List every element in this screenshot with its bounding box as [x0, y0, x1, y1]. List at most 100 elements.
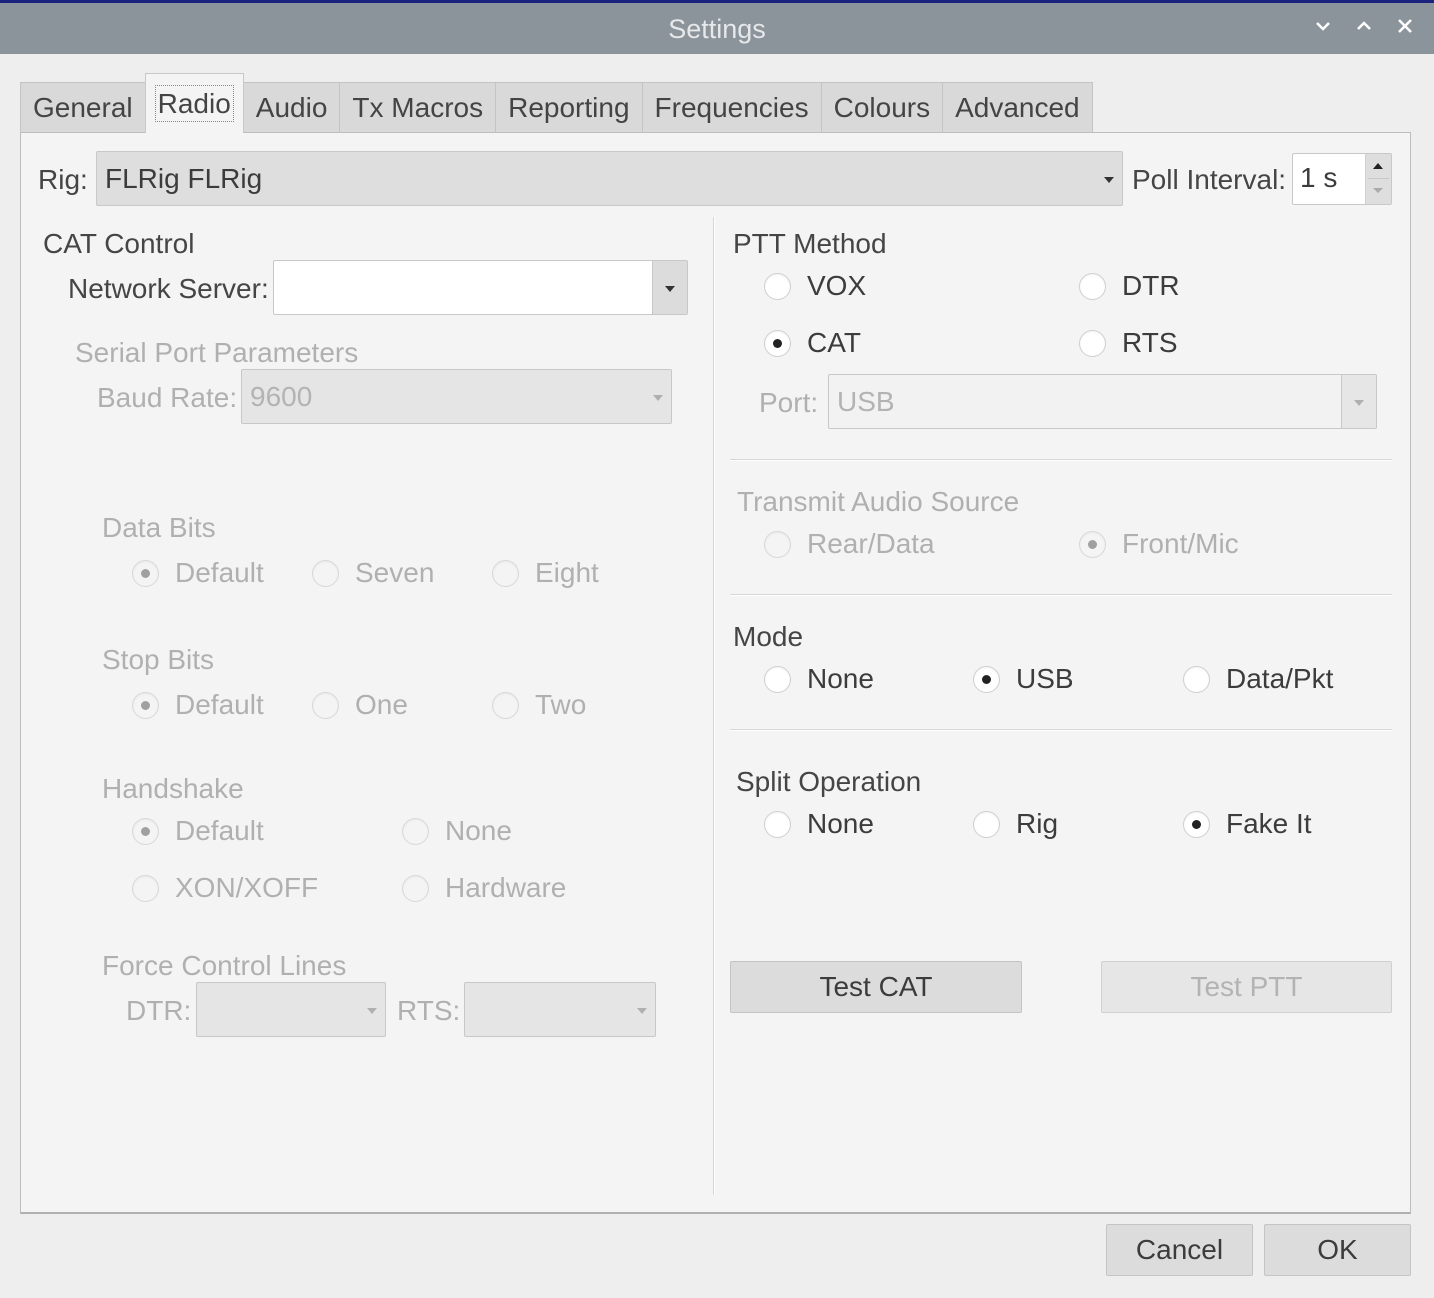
tab-label: Audio: [255, 92, 328, 123]
radio-indicator: [973, 665, 1000, 693]
ptt-cat-radio[interactable]: CAT: [764, 327, 861, 359]
ptt-method-heading: PTT Method: [733, 228, 887, 259]
radio-label: Fake It: [1226, 808, 1312, 839]
radio-label: None: [807, 663, 874, 694]
tab-radio[interactable]: Radio: [144, 73, 244, 133]
tab-general[interactable]: General: [20, 82, 146, 133]
test-ptt-button[interactable]: Test PTT: [1101, 961, 1392, 1013]
tab-colours[interactable]: Colours: [820, 82, 944, 133]
tab-tx-macros[interactable]: Tx Macros: [339, 82, 497, 133]
tab-bar: General Radio Audio Tx Macros Reporting …: [20, 73, 1093, 133]
port-value: USB: [837, 386, 895, 417]
radio-indicator: [132, 691, 159, 719]
radio-label: Rear/Data: [807, 528, 935, 559]
radio-indicator: [492, 691, 519, 719]
handshake-heading: Handshake: [102, 773, 244, 804]
tab-label: Frequencies: [654, 92, 809, 123]
radio-tab-panel: Rig: FLRig FLRig Poll Interval: 1 s CAT …: [20, 132, 1411, 1214]
tab-frequencies[interactable]: Frequencies: [641, 82, 822, 133]
stop-bits-one-radio[interactable]: One: [312, 689, 408, 721]
dropdown-arrow-icon: [367, 1007, 377, 1014]
data-bits-heading: Data Bits: [102, 512, 216, 543]
radio-label: Default: [175, 689, 264, 720]
rig-label: Rig:: [38, 164, 88, 195]
data-bits-default-radio[interactable]: Default: [132, 557, 264, 589]
radio-label: None: [445, 815, 512, 846]
radio-label: DTR: [1122, 270, 1180, 301]
stop-bits-two-radio[interactable]: Two: [492, 689, 586, 721]
ok-button[interactable]: OK: [1264, 1224, 1411, 1276]
port-dropdown-button[interactable]: [1341, 375, 1376, 428]
dropdown-arrow-icon: [1104, 176, 1114, 183]
chevron-up-icon: [1357, 21, 1371, 30]
maximize-button[interactable]: [1351, 15, 1377, 41]
tx-audio-front-radio[interactable]: Front/Mic: [1079, 528, 1239, 560]
rts-select[interactable]: [464, 982, 656, 1037]
tx-audio-heading: Transmit Audio Source: [737, 486, 1020, 517]
split-none-radio[interactable]: None: [764, 808, 874, 840]
mode-heading: Mode: [733, 621, 804, 652]
separator: [730, 729, 1392, 731]
handshake-default-radio[interactable]: Default: [132, 815, 264, 847]
mode-usb-radio[interactable]: USB: [973, 663, 1074, 695]
test-cat-button[interactable]: Test CAT: [730, 961, 1022, 1013]
tx-audio-rear-radio[interactable]: Rear/Data: [764, 528, 935, 560]
baud-rate-label: Baud Rate:: [97, 382, 238, 413]
radio-indicator: [492, 559, 519, 587]
ptt-dtr-radio[interactable]: DTR: [1079, 270, 1180, 302]
spin-up-icon[interactable]: [1373, 163, 1383, 169]
spin-down-icon[interactable]: [1373, 188, 1383, 193]
poll-interval-spinbox[interactable]: 1 s: [1292, 153, 1392, 205]
split-rig-radio[interactable]: Rig: [973, 808, 1058, 840]
data-bits-seven-radio[interactable]: Seven: [312, 557, 434, 589]
radio-label: None: [807, 808, 874, 839]
close-button[interactable]: [1392, 15, 1418, 41]
radio-indicator: [132, 874, 159, 902]
poll-interval-label: Poll Interval:: [1132, 164, 1287, 195]
split-fakeit-radio[interactable]: Fake It: [1183, 808, 1312, 840]
stop-bits-default-radio[interactable]: Default: [132, 689, 264, 721]
baud-rate-value: 9600: [250, 381, 313, 412]
title-bar[interactable]: Settings: [0, 3, 1434, 54]
spin-divider: [1368, 178, 1389, 179]
handshake-xonxoff-radio[interactable]: XON/XOFF: [132, 872, 318, 904]
data-bits-eight-radio[interactable]: Eight: [492, 557, 599, 589]
radio-indicator: [132, 559, 159, 587]
radio-indicator: [132, 817, 159, 845]
separator: [730, 594, 1392, 596]
rig-select-value: FLRig FLRig: [105, 163, 263, 194]
tab-label: Advanced: [955, 92, 1080, 123]
radio-indicator: [402, 817, 429, 845]
cancel-button[interactable]: Cancel: [1106, 1224, 1253, 1276]
radio-label: Front/Mic: [1122, 528, 1239, 559]
radio-label: Seven: [355, 557, 435, 588]
spin-buttons: [1365, 154, 1391, 204]
tab-advanced[interactable]: Advanced: [942, 82, 1093, 133]
ptt-rts-radio[interactable]: RTS: [1079, 327, 1178, 359]
radio-indicator: [764, 329, 791, 357]
tab-reporting[interactable]: Reporting: [495, 82, 643, 133]
dtr-select[interactable]: [196, 982, 386, 1037]
minimize-button[interactable]: [1310, 15, 1336, 41]
handshake-none-radio[interactable]: None: [402, 815, 512, 847]
handshake-hardware-radio[interactable]: Hardware: [402, 872, 566, 904]
serial-port-heading: Serial Port Parameters: [75, 337, 359, 368]
port-select[interactable]: USB: [828, 374, 1377, 429]
rts-label: RTS:: [397, 995, 461, 1026]
network-server-combo[interactable]: [273, 260, 688, 315]
column-divider: [713, 217, 715, 1195]
mode-datapkt-radio[interactable]: Data/Pkt: [1183, 663, 1333, 695]
network-server-dropdown-button[interactable]: [652, 261, 687, 314]
radio-indicator: [312, 691, 339, 719]
tab-audio[interactable]: Audio: [242, 82, 341, 133]
rig-select[interactable]: FLRig FLRig: [96, 151, 1123, 206]
radio-indicator: [1079, 272, 1106, 300]
separator: [730, 459, 1392, 461]
baud-rate-select[interactable]: 9600: [241, 369, 672, 424]
mode-none-radio[interactable]: None: [764, 663, 874, 695]
radio-indicator: [1079, 530, 1106, 558]
split-operation-heading: Split Operation: [736, 766, 922, 797]
radio-indicator: [764, 530, 791, 558]
ptt-vox-radio[interactable]: VOX: [764, 270, 866, 302]
radio-label: Eight: [535, 557, 599, 588]
